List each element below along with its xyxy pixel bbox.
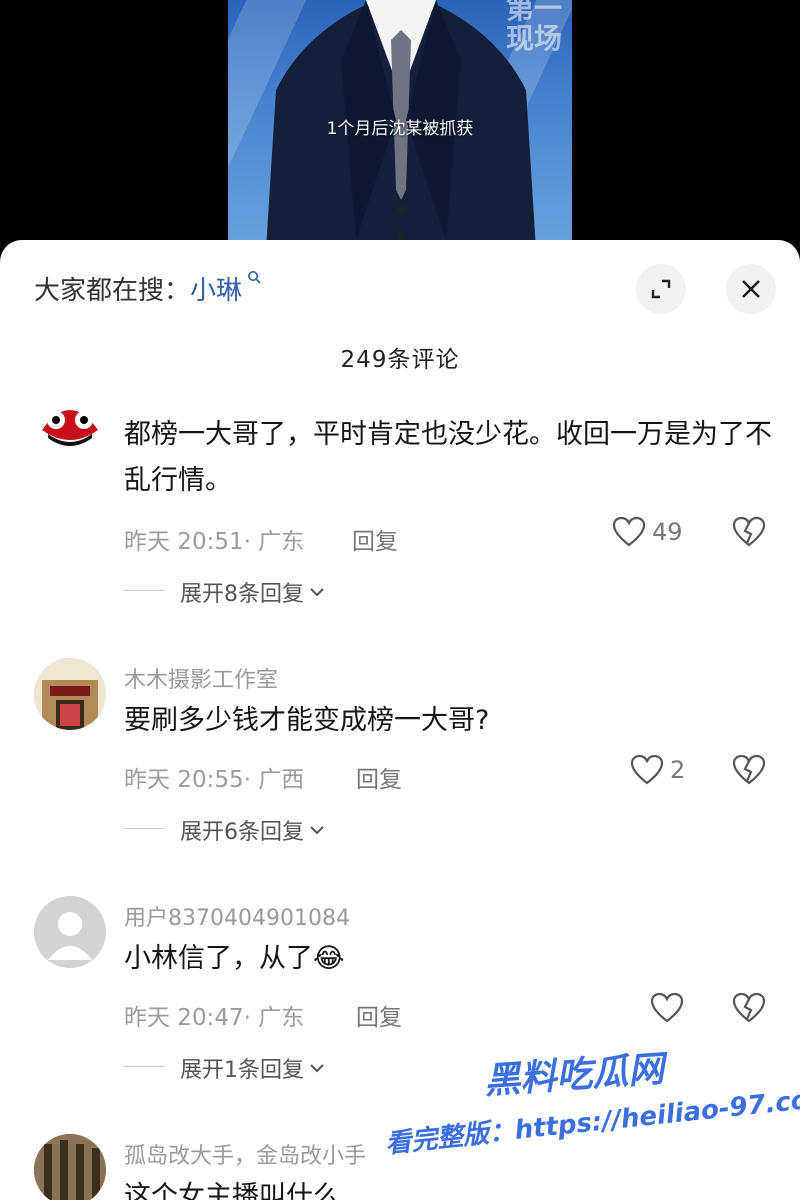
like-count: 2 [670,756,686,784]
trending-search-keyword[interactable]: 小琳 [190,276,242,306]
comment-text: 小林信了，从了😂 [124,943,345,974]
video-frame[interactable]: 第一 现场 1个月后沈某被抓获 [228,0,572,250]
reply-button[interactable]: 回复 [356,760,402,794]
comment-meta: 昨天 20:47· 广东 [124,1005,305,1031]
chevron-down-icon [310,826,324,835]
overlay-watermark-site: 黑料吃瓜网 [483,1048,666,1103]
comment-username[interactable]: 用户8370404901084 [124,900,350,932]
channel-watermark: 第一 现场 [505,0,562,55]
avatar[interactable] [34,1134,106,1200]
video-player[interactable]: 第一 现场 1个月后沈某被抓获 [0,0,800,250]
heart-icon [650,992,684,1023]
comment-username[interactable]: 木木摄影工作室 [124,662,278,694]
like-button[interactable] [650,992,690,1024]
comment-meta: 昨天 20:51· 广东 [124,529,305,555]
like-button[interactable]: 2 [630,754,685,786]
comment-text: 都榜一大哥了，平时肯定也没少花。收回一万是为了不乱行情。 [124,419,772,496]
chevron-down-icon [310,588,324,597]
close-icon [742,280,760,298]
divider-line [124,828,164,829]
expand-replies-button[interactable]: 展开1条回复 [180,1052,326,1084]
avatar[interactable] [34,390,106,462]
default-avatar-icon [34,896,106,968]
expand-replies-label: 展开1条回复 [180,1058,304,1083]
like-button[interactable]: 49 [612,516,683,548]
dislike-button[interactable] [732,516,766,552]
divider-line [124,590,164,591]
expand-button[interactable] [636,264,686,314]
comment-sheet: 大家都在搜：小琳 249条评论 都榜一大哥了，平时肯定也没少花。收回一万是为了不… [0,240,800,1200]
divider-line [124,1066,164,1067]
reply-button[interactable]: 回复 [356,998,402,1032]
dislike-button[interactable] [732,992,766,1028]
trending-search-label: 大家都在搜： [34,276,191,306]
close-button[interactable] [726,264,776,314]
expand-replies-button[interactable]: 展开6条回复 [180,814,326,846]
broken-heart-icon [732,992,766,1023]
video-subtitle: 1个月后沈某被抓获 [326,119,474,139]
dislike-button[interactable] [732,754,766,790]
heart-icon [630,754,664,785]
expand-replies-button[interactable]: 展开8条回复 [180,576,326,608]
broken-heart-icon [732,754,766,785]
comment-meta: 昨天 20:55· 广西 [124,767,305,793]
trending-search[interactable]: 大家都在搜：小琳 [34,270,261,307]
search-icon [242,270,261,288]
expand-icon [651,279,671,299]
chevron-down-icon [310,1064,324,1073]
comment-text: 要刷多少钱才能变成榜一大哥? [124,705,490,736]
heart-icon [612,516,646,547]
expand-replies-label: 展开8条回复 [180,582,304,607]
comment-count: 249条评论 [340,347,460,373]
reply-button[interactable]: 回复 [352,522,398,556]
broken-heart-icon [732,516,766,547]
comment-username[interactable]: 孤岛改大手，金岛改小手 [124,1138,366,1170]
avatar[interactable] [34,658,106,730]
comment-text: 这个女主播叫什么 [124,1181,340,1200]
avatar[interactable] [34,896,106,968]
expand-replies-label: 展开6条回复 [180,820,304,845]
like-count: 49 [652,518,683,546]
